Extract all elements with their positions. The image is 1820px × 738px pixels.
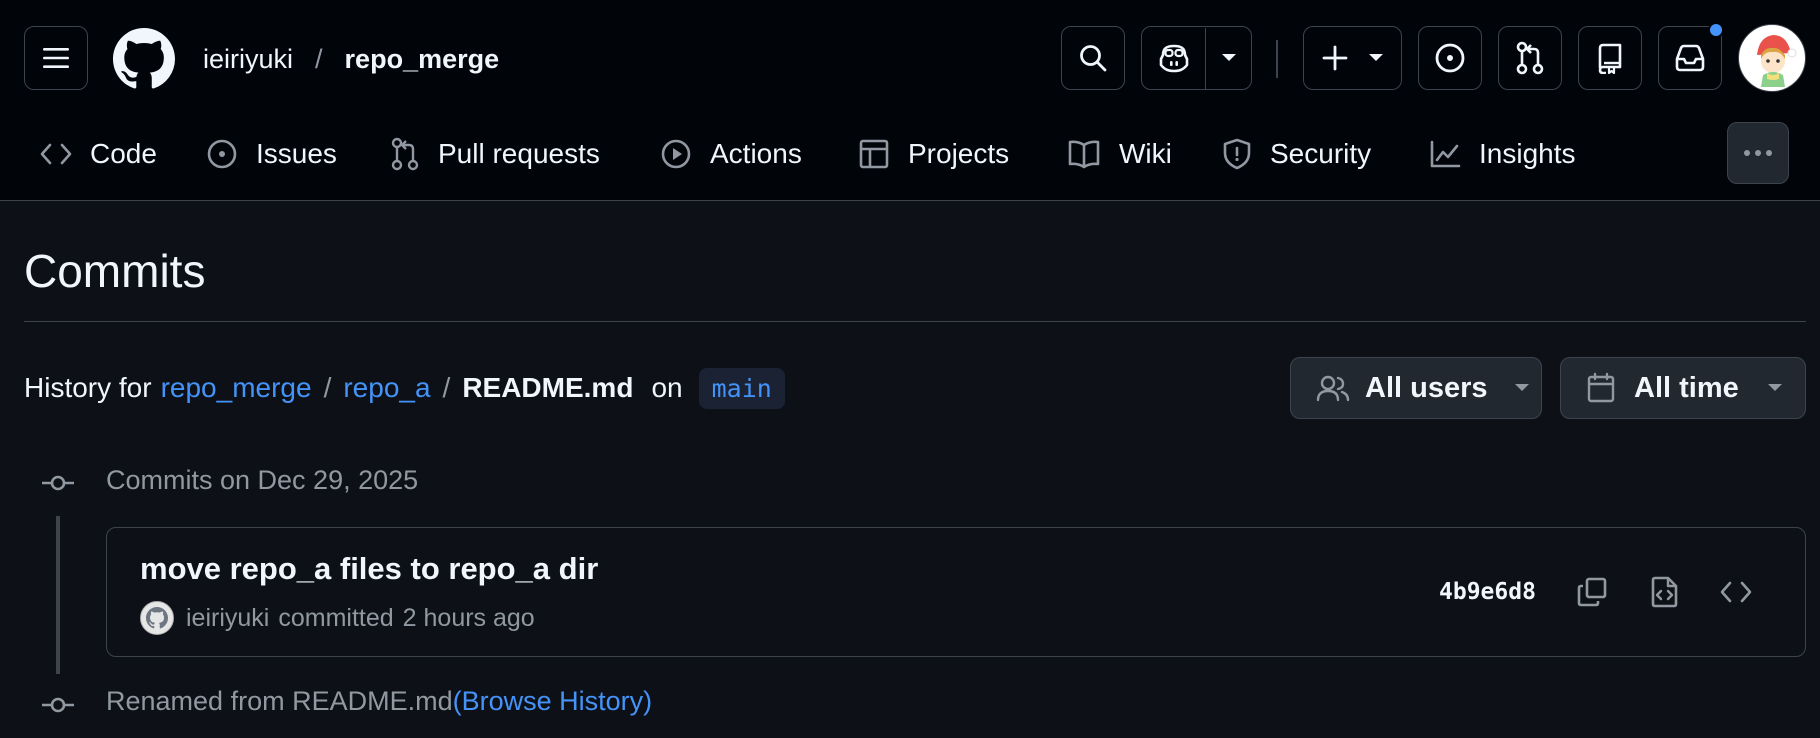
plus-icon xyxy=(1322,45,1347,71)
chevron-down-icon xyxy=(1514,384,1529,391)
commit-message-link[interactable]: move repo_a files to repo_a dir xyxy=(140,551,598,587)
pull-request-icon xyxy=(391,137,419,171)
repo-link[interactable]: repo_merge xyxy=(345,44,500,75)
page-title: Commits xyxy=(24,245,206,297)
chevron-down-icon xyxy=(1368,54,1383,61)
tab-actions[interactable]: Actions xyxy=(660,126,802,182)
create-new-button[interactable] xyxy=(1303,26,1402,90)
view-file-button[interactable] xyxy=(1645,572,1685,612)
copy-icon xyxy=(1577,577,1607,607)
history-prefix: History for xyxy=(24,372,152,403)
tab-wiki[interactable]: Wiki xyxy=(1067,126,1172,182)
menu-icon xyxy=(43,48,69,68)
breadcrumb-separator: / xyxy=(315,43,323,74)
commit-sha-link[interactable]: 4b9e6d8 xyxy=(1439,579,1536,605)
timeline-line xyxy=(56,516,60,674)
on-label: on xyxy=(651,372,683,403)
tab-insights[interactable]: Insights xyxy=(1429,126,1576,182)
tab-label: Projects xyxy=(908,138,1010,169)
time-filter[interactable]: All time xyxy=(1560,357,1806,419)
renamed-notice: Renamed from README.md(Browse History) xyxy=(106,686,652,717)
browse-repo-button[interactable] xyxy=(1716,572,1756,612)
breadcrumb-folder-link[interactable]: repo_a xyxy=(343,372,430,404)
calendar-icon xyxy=(1587,372,1615,403)
copy-sha-button[interactable] xyxy=(1572,572,1612,612)
owner-link[interactable]: ieiriyuki xyxy=(203,44,293,75)
kebab-horizontal-icon xyxy=(1744,150,1772,156)
time-filter-label: All time xyxy=(1634,371,1739,404)
commit-card xyxy=(106,527,1806,657)
pull-request-icon xyxy=(1516,41,1544,75)
tab-label: Issues xyxy=(256,138,337,169)
avatar[interactable] xyxy=(1738,24,1806,92)
repositories-button[interactable] xyxy=(1578,26,1642,90)
tab-security[interactable]: Security xyxy=(1222,126,1371,182)
commit-node-icon xyxy=(40,691,76,719)
tab-issues[interactable]: Issues xyxy=(206,126,337,182)
graph-icon xyxy=(1430,140,1461,168)
copilot-button-group xyxy=(1141,26,1252,90)
tab-label: Code xyxy=(90,138,157,169)
history-breadcrumb: History for repo_merge / repo_a / README… xyxy=(24,366,785,410)
table-icon xyxy=(859,139,889,169)
app-header: ieiriyuki / repo_merge Code Issues Pull … xyxy=(0,0,1820,201)
users-filter-label: All users xyxy=(1365,371,1488,404)
tab-label: Wiki xyxy=(1119,138,1172,169)
menu-button[interactable] xyxy=(24,26,88,90)
pull-requests-button[interactable] xyxy=(1498,26,1562,90)
issue-icon xyxy=(1435,43,1465,73)
branch-badge[interactable]: main xyxy=(698,367,785,409)
notification-indicator xyxy=(1708,22,1724,38)
tab-label: Pull requests xyxy=(438,138,600,169)
code-icon xyxy=(1720,581,1752,603)
play-icon xyxy=(661,139,691,169)
browse-history-link[interactable]: (Browse History) xyxy=(453,686,653,716)
commit-group-title: Commits on Dec 29, 2025 xyxy=(106,465,419,495)
shield-icon xyxy=(1223,138,1251,170)
copilot-button[interactable] xyxy=(1142,27,1206,89)
inbox-icon xyxy=(1675,44,1705,72)
tab-pull-requests[interactable]: Pull requests xyxy=(390,126,600,182)
people-icon xyxy=(1316,375,1350,402)
search-button[interactable] xyxy=(1061,26,1125,90)
commit-action: committed xyxy=(278,603,394,632)
breadcrumb-file: README.md xyxy=(462,372,634,403)
tab-projects[interactable]: Projects xyxy=(858,126,1009,182)
commit-meta: ieiriyuki committed 2 hours ago xyxy=(140,600,535,636)
commit-time: 2 hours ago xyxy=(402,603,535,632)
breadcrumb-separator: / xyxy=(442,372,451,403)
tab-label: Security xyxy=(1270,138,1372,169)
code-icon xyxy=(40,143,72,165)
repo-breadcrumb: ieiriyuki / repo_merge xyxy=(203,40,499,78)
book-icon xyxy=(1068,140,1100,169)
author-link[interactable]: ieiriyuki xyxy=(186,604,269,633)
copilot-icon xyxy=(1159,44,1188,73)
header-divider xyxy=(1276,40,1278,78)
tab-label: Insights xyxy=(1479,138,1576,169)
issue-icon xyxy=(207,139,237,169)
commit-node-icon xyxy=(40,469,76,497)
breadcrumb-repo-link[interactable]: repo_merge xyxy=(161,372,312,404)
github-logo[interactable] xyxy=(113,28,175,90)
renamed-text: Renamed from README.md xyxy=(106,686,453,716)
copilot-dropdown-button[interactable] xyxy=(1206,28,1251,89)
more-tabs-button[interactable] xyxy=(1727,122,1789,184)
repo-icon xyxy=(1598,43,1622,74)
users-filter[interactable]: All users xyxy=(1290,357,1542,419)
author-avatar[interactable] xyxy=(140,601,174,635)
chevron-down-icon xyxy=(1221,54,1236,61)
issues-button[interactable] xyxy=(1418,26,1482,90)
breadcrumb-separator: / xyxy=(323,372,332,403)
search-icon xyxy=(1080,45,1107,72)
chevron-down-icon xyxy=(1767,384,1782,391)
tab-code[interactable]: Code xyxy=(40,126,157,182)
file-code-icon xyxy=(1651,576,1678,608)
title-divider xyxy=(24,321,1806,322)
tab-label: Actions xyxy=(710,138,802,169)
